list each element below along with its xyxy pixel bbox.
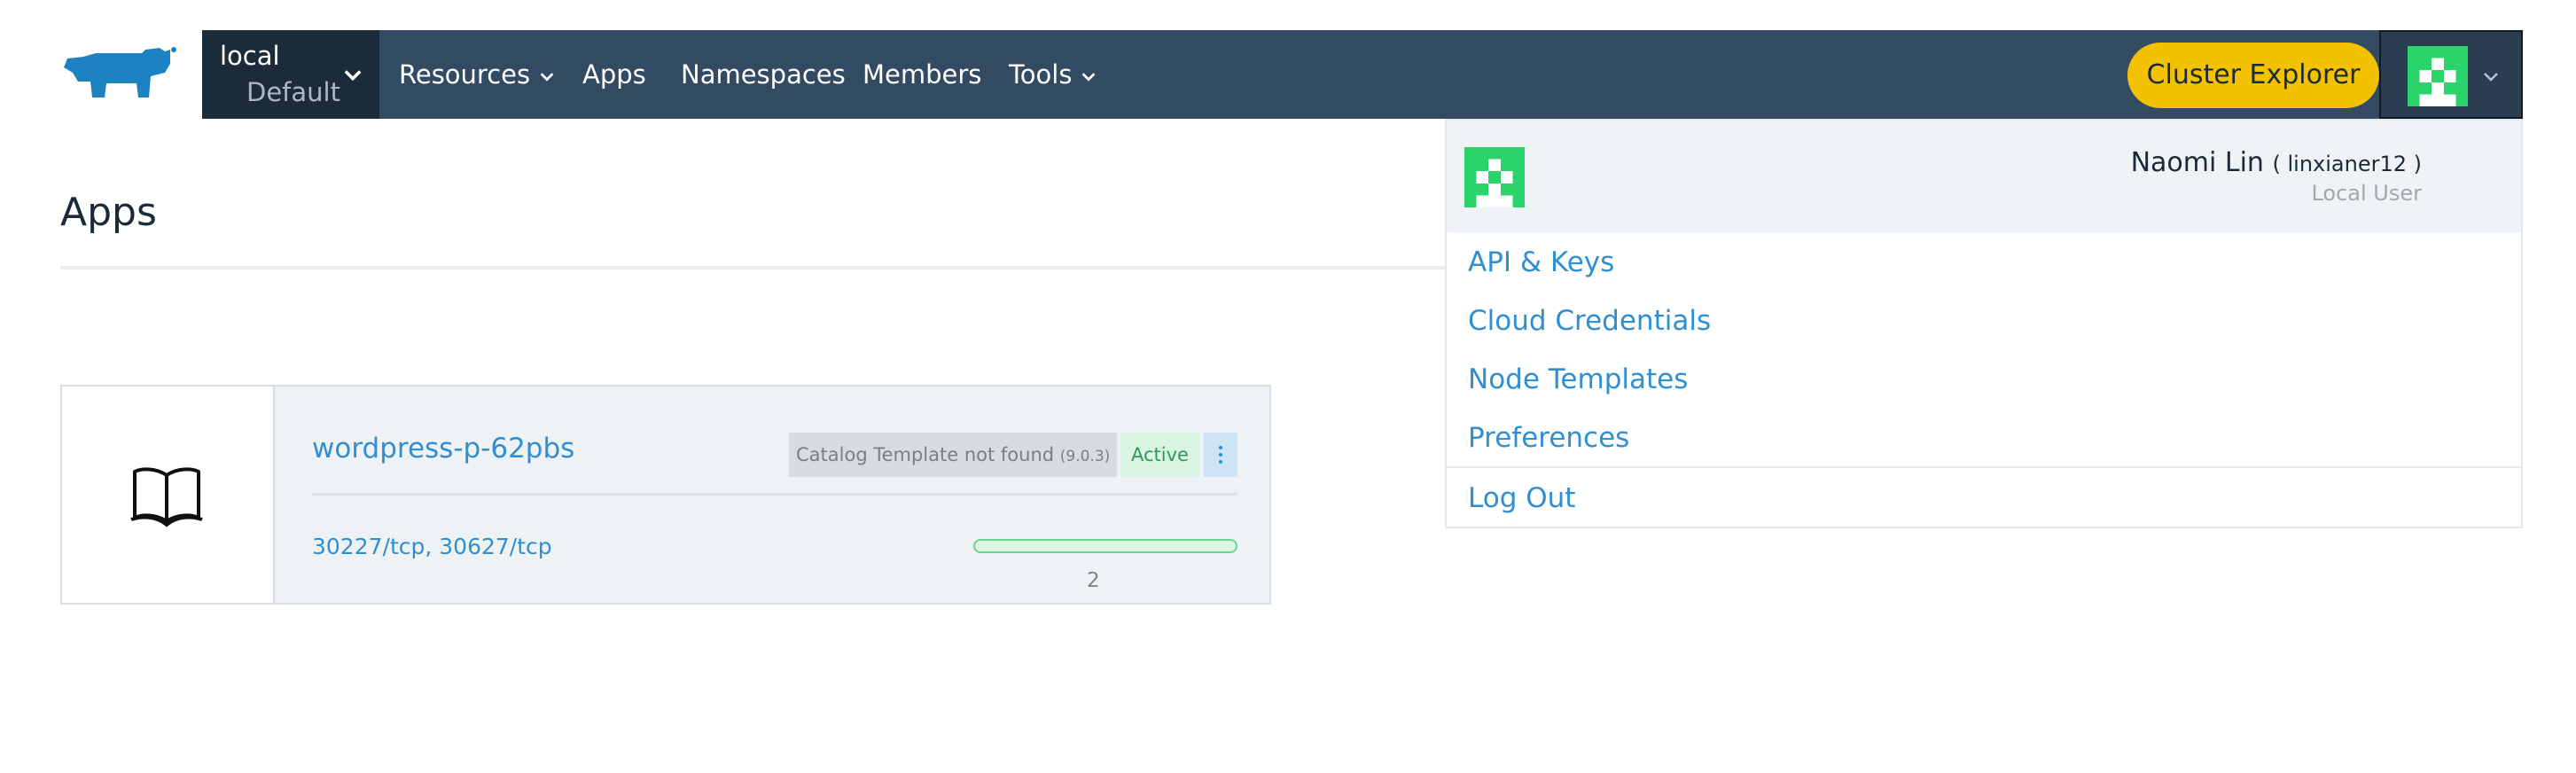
kebab-dot xyxy=(1219,460,1222,464)
template-status-text: Catalog Template not found xyxy=(796,444,1055,465)
nav-apps[interactable]: Apps xyxy=(582,30,646,119)
pod-count: 2 xyxy=(1087,569,1100,592)
user-menu-dropdown: Naomi Lin ( linxianer12 ) Local User API… xyxy=(1445,119,2523,528)
port-link[interactable]: 30627/tcp xyxy=(439,534,551,559)
nav-tools-label: Tools xyxy=(1009,59,1073,90)
project-name: Default xyxy=(246,77,340,107)
template-version: (9.0.3) xyxy=(1059,448,1111,465)
user-menu-button[interactable] xyxy=(2379,30,2523,119)
app-card: wordpress-p-62pbs Catalog Template not f… xyxy=(60,385,1271,605)
menu-divider xyxy=(1447,466,2521,468)
cluster-name: local xyxy=(220,41,280,71)
cluster-switcher[interactable]: local Default xyxy=(202,30,379,119)
menu-item-log-out[interactable]: Log Out xyxy=(1468,482,1575,514)
app-icon-container xyxy=(62,386,275,603)
title-divider xyxy=(60,266,1479,269)
cluster-explorer-button[interactable]: Cluster Explorer xyxy=(2127,43,2379,108)
app-name-link[interactable]: wordpress-p-62pbs xyxy=(312,433,574,465)
user-avatar-icon xyxy=(2408,46,2468,106)
port-separator: , xyxy=(425,534,433,559)
port-link[interactable]: 30227/tcp xyxy=(312,534,425,559)
chevron-down-icon xyxy=(2484,73,2498,82)
user-username: ( linxianer12 ) xyxy=(2272,152,2423,176)
user-role: Local User xyxy=(2311,181,2422,206)
menu-item-node-templates[interactable]: Node Templates xyxy=(1468,363,1688,395)
chevron-down-icon xyxy=(540,73,554,82)
rancher-logo-icon[interactable] xyxy=(60,46,177,105)
chevron-down-icon xyxy=(344,70,362,82)
nav-resources-label: Resources xyxy=(399,59,531,90)
nav-tools[interactable]: Tools xyxy=(1009,30,1098,119)
nav-namespaces[interactable]: Namespaces xyxy=(681,30,846,119)
book-icon xyxy=(130,467,203,527)
template-status-badge: Catalog Template not found (9.0.3) xyxy=(789,433,1118,477)
user-avatar-icon xyxy=(1464,147,1525,207)
state-badge: Active xyxy=(1120,433,1199,477)
nav-resources[interactable]: Resources xyxy=(399,30,557,119)
kebab-dot xyxy=(1219,453,1222,457)
page-title: Apps xyxy=(60,190,157,235)
menu-item-cloud-credentials[interactable]: Cloud Credentials xyxy=(1468,305,1711,337)
menu-item-preferences[interactable]: Preferences xyxy=(1468,422,1629,454)
workload-progress-bar xyxy=(973,539,1237,553)
user-full-name: Naomi Lin xyxy=(2130,147,2264,178)
user-display-name: Naomi Lin ( linxianer12 ) xyxy=(2131,147,2422,178)
chevron-down-icon xyxy=(1082,73,1096,82)
nav-members[interactable]: Members xyxy=(863,30,981,119)
card-divider xyxy=(312,493,1237,496)
app-actions-button[interactable] xyxy=(1204,433,1237,477)
user-menu-header: Naomi Lin ( linxianer12 ) Local User xyxy=(1447,121,2521,232)
port-links: 30227/tcp, 30627/tcp xyxy=(312,534,552,559)
menu-item-api-keys[interactable]: API & Keys xyxy=(1468,246,1614,278)
app-details: wordpress-p-62pbs Catalog Template not f… xyxy=(275,386,1269,603)
kebab-dot xyxy=(1219,446,1222,449)
